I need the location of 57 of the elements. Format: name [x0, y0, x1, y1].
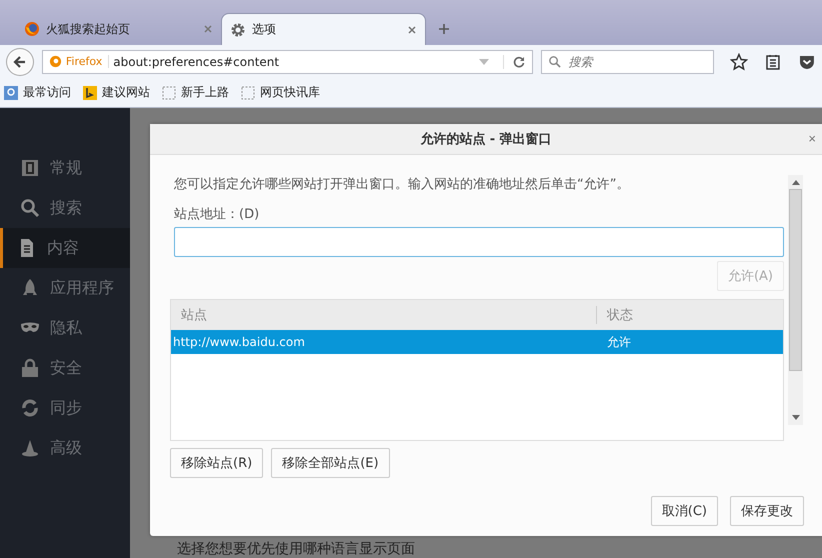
dashed-square-icon [162, 86, 176, 100]
dialog-button[interactable]: 取消(C) [650, 496, 718, 526]
dialog-button[interactable]: 保存更改 [730, 496, 804, 526]
firefox-icon [48, 55, 62, 68]
remove-button[interactable]: 移除全部站点(E) [271, 448, 390, 478]
back-button[interactable] [6, 48, 34, 76]
scroll-down-icon[interactable] [792, 415, 800, 421]
search-icon [548, 54, 562, 68]
sync-icon [20, 398, 40, 418]
b-logo-icon [83, 86, 97, 100]
sidebar-item[interactable]: 应用程序 [0, 268, 130, 308]
instruction-text: 您可以指定允许哪些网站打开弹出窗口。输入网站的准确地址然后单击“允许”。 [174, 176, 630, 193]
close-button[interactable]: × [806, 131, 818, 146]
site-address-field[interactable] [174, 227, 784, 257]
sidebar-item[interactable]: 隐私 [0, 308, 130, 348]
reload-icon[interactable] [503, 54, 526, 68]
browser-tab[interactable]: 火狐搜索起始页 [16, 13, 221, 45]
sidebar-item[interactable]: 高级 [0, 428, 130, 468]
dashed-square-icon [241, 86, 255, 100]
bookmark-item[interactable]: 建议网站 [83, 84, 150, 101]
new-tab-icon[interactable] [438, 23, 450, 35]
tab-label: 火狐搜索起始页 [46, 20, 131, 38]
field-label: 站点地址：(D) [174, 206, 260, 223]
url-text: about:preferences#content [113, 54, 280, 68]
tab-label: 选项 [252, 21, 277, 38]
browser-tab[interactable]: 选项 [221, 13, 426, 45]
bookmark-item[interactable]: 网页快讯库 [241, 84, 320, 101]
sidebar-item[interactable]: 常规 [0, 148, 130, 188]
search-icon [20, 198, 40, 218]
close-icon[interactable] [407, 24, 417, 34]
dialog-title: 允许的站点 - 弹出窗口 [420, 130, 552, 148]
sidebar-item[interactable]: 同步 [0, 388, 130, 428]
sidebar-item[interactable]: 内容 [0, 228, 130, 268]
reading-list-icon[interactable] [764, 52, 782, 70]
column-header[interactable]: 站点 [171, 306, 597, 324]
bookmark-search-icon [4, 86, 18, 100]
address-bar[interactable]: Firefox about:preferences#content [42, 50, 534, 74]
firefox-icon [24, 21, 40, 37]
rocket-icon [20, 278, 40, 298]
table-row[interactable]: http://www.baidu.com 允许 [171, 330, 783, 354]
gear-icon [230, 22, 246, 38]
sidebar-item[interactable]: 安全 [0, 348, 130, 388]
search-field[interactable]: 搜索 [541, 50, 714, 74]
background-text: 选择您想要优先使用哪种语言显示页面 [176, 540, 416, 558]
lock-icon [20, 358, 40, 378]
scrollbar[interactable] [788, 175, 803, 425]
scroll-up-icon[interactable] [792, 179, 800, 185]
sidebar-item[interactable]: 搜索 [0, 188, 130, 228]
back-arrow-icon [12, 54, 28, 70]
bookmark-item[interactable]: 新手上路 [162, 84, 229, 101]
switch-icon [20, 158, 40, 178]
column-header[interactable]: 状态 [597, 306, 783, 324]
identity-label: Firefox [66, 55, 110, 68]
remove-button[interactable]: 移除站点(R) [170, 448, 264, 478]
wizard-hat-icon [20, 438, 40, 458]
bookmark-item[interactable]: 最常访问 [4, 84, 71, 101]
star-icon[interactable] [730, 52, 748, 70]
